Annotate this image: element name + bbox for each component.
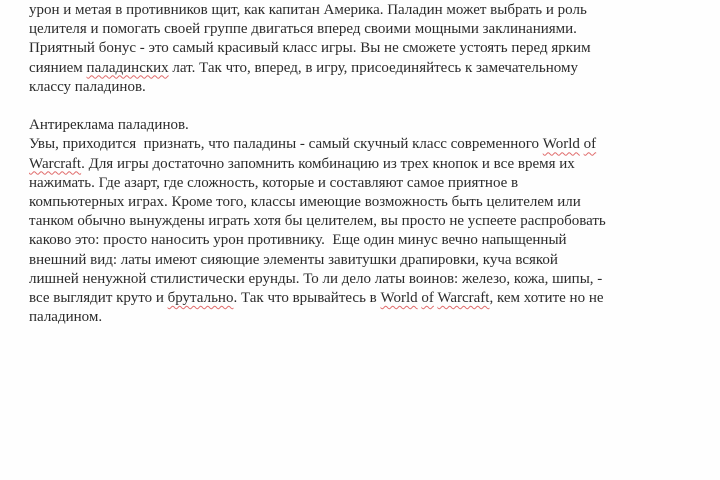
text-line: Увы, приходится признать, что паладины -… <box>29 135 709 154</box>
text-segment: , кем хотите но не <box>489 290 604 307</box>
text-line: внешний вид: латы имеют сияющие элементы… <box>29 251 709 270</box>
text-segment: урон и метая в противников щит, как капи… <box>29 2 587 18</box>
text-segment: сиянием <box>29 59 87 76</box>
misspelled-word: World <box>380 290 418 307</box>
text-line: Приятный бонус - это самый красивый клас… <box>29 39 709 58</box>
text-line: сиянием паладинских лат. Так что, вперед… <box>29 59 709 78</box>
text-line: целителя и помогать своей группе двигать… <box>29 20 709 39</box>
text-segment: танком обычно вынуждены играть хотя бы ц… <box>29 213 606 230</box>
misspelled-word: of <box>583 136 597 153</box>
text-segment: каково это: просто наносить урон противн… <box>29 232 567 249</box>
text-segment: Антиреклама паладинов. <box>29 117 189 134</box>
text-segment: лишней ненужной стилистически ерунды. То… <box>29 270 603 287</box>
misspelled-word: брутально <box>167 290 234 307</box>
text-line: Антиреклама паладинов. <box>29 116 709 135</box>
text-line: танком обычно вынуждены играть хотя бы ц… <box>29 212 709 231</box>
text-line: все выглядит круто и брутально. Так что … <box>29 289 709 308</box>
text-line: нажимать. Где азарт, где сложность, кото… <box>29 174 709 193</box>
text-segment: нажимать. Где азарт, где сложность, кото… <box>29 174 519 191</box>
misspelled-word: паладинских <box>86 59 169 76</box>
document-text-area[interactable]: урон и метая в противников щит, как капи… <box>29 1 709 327</box>
text-line: лишней ненужной стилистически ерунды. То… <box>29 270 709 289</box>
text-segment: целителя и помогать своей группе двигать… <box>29 21 577 38</box>
text-line: компьютерных играх. Кроме того, классы и… <box>29 193 709 212</box>
text-segment: . Для игры достаточно запомнить комбинац… <box>81 155 575 172</box>
text-segment: внешний вид: латы имеют сияющие элементы… <box>29 251 558 268</box>
text-segment: . Так что врывайтесь в <box>233 290 381 307</box>
text-line: каково это: просто наносить урон противн… <box>29 231 709 250</box>
text-segment: лат. Так что, вперед, в игру, присоединя… <box>168 59 578 76</box>
text-segment: все выглядит круто и <box>29 290 168 307</box>
text-segment: Приятный бонус - это самый красивый клас… <box>29 40 591 57</box>
text-segment: Увы, приходится признать, что паладины -… <box>29 136 543 153</box>
text-line: Warcraft. Для игры достаточно запомнить … <box>29 155 709 174</box>
text-line: паладином. <box>29 308 709 327</box>
text-line: урон и метая в противников щит, как капи… <box>29 1 709 20</box>
text-segment: паладином. <box>29 309 103 326</box>
document-page: урон и метая в противников щит, как капи… <box>0 0 720 480</box>
misspelled-word: Warcraft <box>437 290 490 307</box>
text-segment: компьютерных играх. Кроме того, классы и… <box>29 194 581 211</box>
text-segment: классу паладинов. <box>29 78 146 95</box>
misspelled-word: Warcraft <box>29 155 82 172</box>
misspelled-word: of <box>421 290 434 307</box>
misspelled-word: World <box>542 136 580 153</box>
text-line: классу паладинов. <box>29 78 709 97</box>
